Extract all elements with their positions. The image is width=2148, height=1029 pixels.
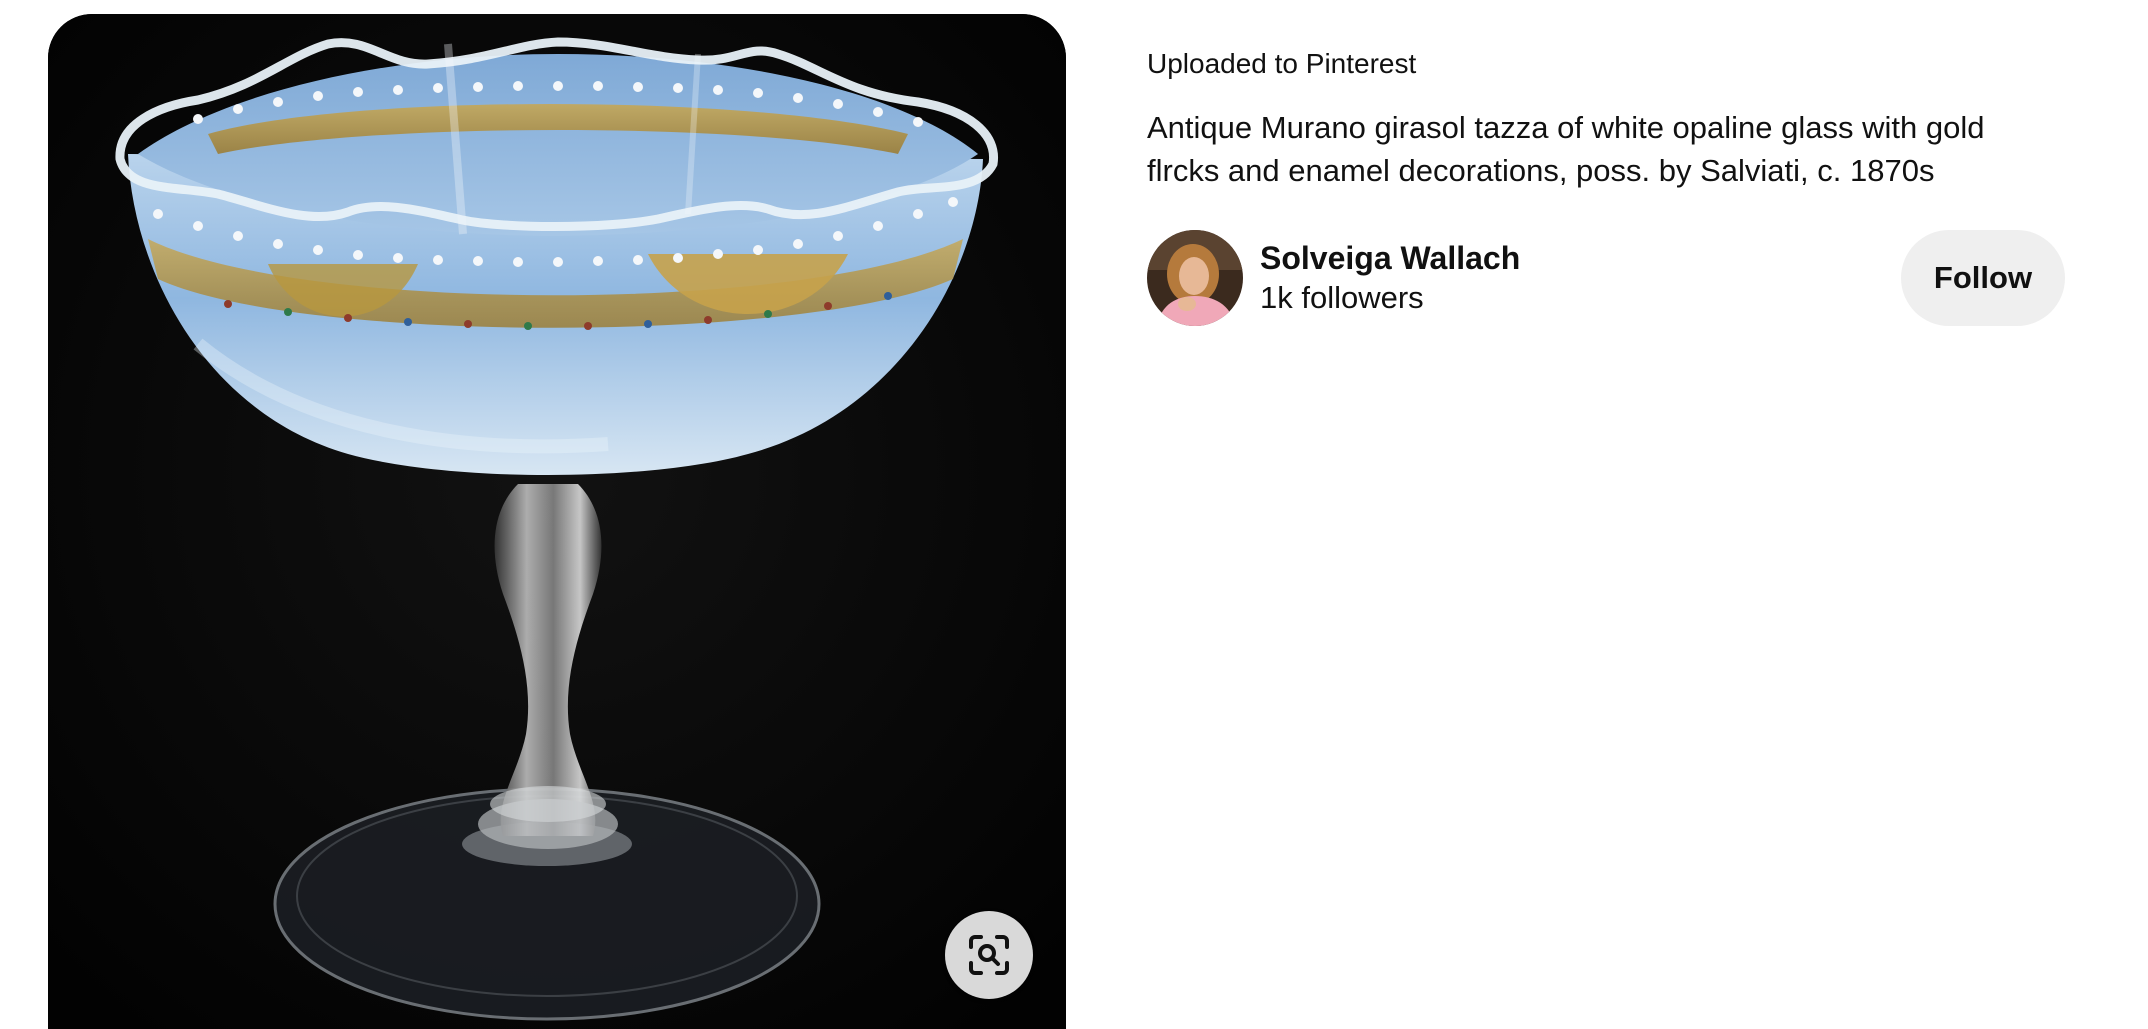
- creator-row: Solveiga Wallach 1k followers Follow: [1147, 228, 2067, 328]
- visual-search-button[interactable]: [945, 911, 1033, 999]
- pin-description: Antique Murano girasol tazza of white op…: [1147, 110, 1985, 188]
- creator-name[interactable]: Solveiga Wallach: [1260, 238, 1520, 278]
- tazza-photo: [48, 14, 1066, 1029]
- pin-image[interactable]: [48, 14, 1066, 1029]
- avatar[interactable]: [1147, 230, 1243, 326]
- creator-info: Solveiga Wallach 1k followers: [1260, 238, 1520, 318]
- follow-button[interactable]: Follow: [1901, 230, 2065, 326]
- pin-closeup-page: Uploaded to Pinterest Antique Murano gir…: [0, 0, 2148, 1029]
- pin-details: Uploaded to Pinterest Antique Murano gir…: [1147, 44, 2067, 328]
- avatar-photo: [1147, 230, 1243, 326]
- visual-search-icon: [969, 935, 1009, 975]
- creator-followers: 1k followers: [1260, 280, 1424, 315]
- upload-source: Uploaded to Pinterest: [1147, 48, 1417, 79]
